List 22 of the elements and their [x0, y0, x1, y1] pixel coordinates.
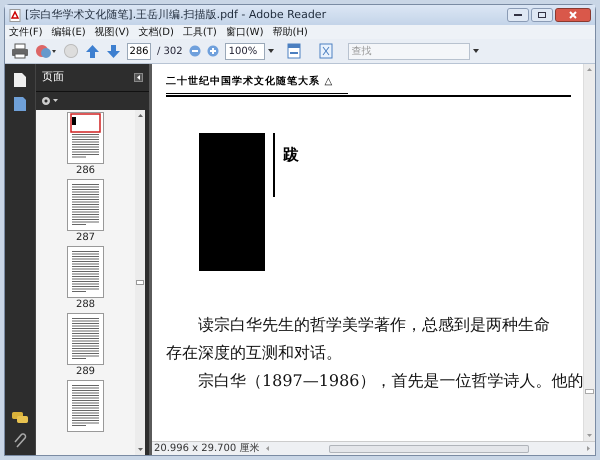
- paragraph: 宗白华（1897—1986），首先是一位哲学诗人。他的: [197, 370, 583, 392]
- menu-item[interactable]: 视图(V): [94, 24, 130, 40]
- running-head: 二十世纪中国学术文化随笔大系 △: [166, 76, 334, 87]
- window-title: [宗白华学术文化随笔].王岳川编.扫描版.pdf - Adobe Reader: [25, 6, 326, 23]
- page-number-label: 287: [76, 231, 96, 244]
- menu-item[interactable]: 工具(T): [182, 24, 217, 40]
- page-number-label: 289: [76, 365, 96, 378]
- menu-item[interactable]: 文件(F): [9, 24, 43, 40]
- page-number-label: 288: [76, 298, 96, 311]
- page-count: / 302: [157, 44, 183, 58]
- search-field[interactable]: 查找: [348, 42, 470, 60]
- menu-item[interactable]: 帮助(H): [272, 24, 308, 40]
- page-number-label: 286: [76, 164, 96, 177]
- panel-title: 页面: [42, 69, 64, 86]
- page-number-field[interactable]: 286: [127, 42, 151, 60]
- paragraph: 读宗白华先生的哲学美学著作，总感到是两种生命存在深度的互测和对话。: [166, 314, 551, 364]
- section-heading: 跋: [283, 144, 299, 166]
- menu-item[interactable]: 窗口(W): [226, 24, 264, 40]
- page-size-label: 20.996 x 29.700 厘米: [154, 442, 260, 456]
- menu-item[interactable]: 文档(D): [138, 24, 174, 40]
- zoom-dropdown[interactable]: 100%: [224, 42, 265, 60]
- menu-item[interactable]: 编辑(E): [52, 24, 86, 40]
